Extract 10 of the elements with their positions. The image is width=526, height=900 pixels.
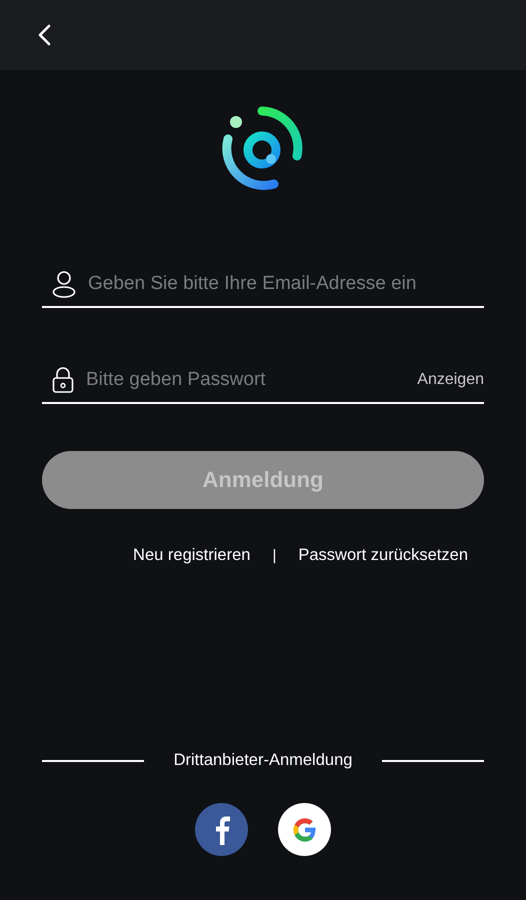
lock-icon <box>52 366 74 394</box>
password-input[interactable]: Bitte geben Passwort <box>86 369 406 391</box>
show-password-button[interactable]: Anzeigen <box>417 371 484 389</box>
register-link[interactable]: Neu registrieren <box>133 546 250 565</box>
reset-password-link[interactable]: Passwort zurücksetzen <box>298 546 468 565</box>
third-party-login-label: Drittanbieter-Anmeldung <box>174 751 352 770</box>
g-letter-icon <box>290 816 318 844</box>
link-separator: | <box>272 547 276 564</box>
person-icon <box>52 270 76 298</box>
email-input[interactable]: Geben Sie bitte Ihre Email-Adresse ein <box>88 273 484 295</box>
